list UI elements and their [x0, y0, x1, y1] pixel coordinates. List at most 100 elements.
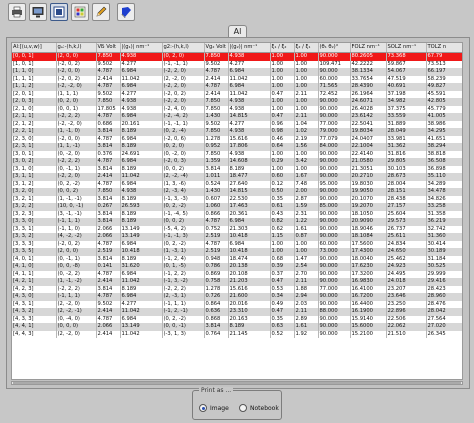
table-cell: (-2, 0, 2): [162, 90, 205, 98]
table-cell: 0.47: [270, 90, 295, 98]
table-row[interactable]: [4, 3, 3] (0, -4, 0) 4.787 6.984 (0, 2, -2) 0…: [12, 315, 462, 323]
table-cell: (0, 0, 2): [162, 218, 205, 226]
table-row[interactable]: [1, 1, 1] (-2, 0, 2) 2.414 11.042 (2, -2, 0)…: [12, 75, 462, 83]
table-row[interactable]: [4, 3, 2] (2, -2, -1) 2.414 11.042 (-1, 2, -…: [12, 308, 462, 316]
table-cell: 1.59: [294, 203, 319, 211]
table-cell: 2.31: [294, 210, 319, 218]
table-row[interactable]: [4, 2, 1] (1, -1, -2) 2.414 11.042 (-1, 3, -…: [12, 278, 462, 286]
table-row[interactable]: [2, 0, 1] (1, 1, 1) 9.502 4.277 (-2, 0, 2) 2.…: [12, 90, 462, 98]
column-header[interactable]: ξ₁ / ξ₂: [270, 43, 295, 53]
table-row[interactable]: [2, 1, 2] (-2, -2, 0) 0.686 20.161 (-1, -1, …: [12, 120, 462, 128]
table-cell: (1, 1, 1): [56, 90, 97, 98]
scrollbar-thumb[interactable]: [13, 382, 461, 384]
column-header[interactable]: Al:[(u,v,w)]: [12, 43, 57, 53]
table-row[interactable]: [2, 1, 1] (-2, 2, 2) 4.787 6.984 (-2, -4, 2)…: [12, 113, 462, 121]
column-header[interactable]: SOLZ nm⁻¹: [386, 43, 427, 53]
table-cell: 4.787: [204, 83, 229, 91]
print-image-option[interactable]: Image: [199, 404, 229, 412]
print-button[interactable]: [8, 3, 26, 21]
table-row[interactable]: [3, 2, 2] (10, 0, -1) 0.267 26.593 (0, 2, -2…: [12, 203, 462, 211]
column-header[interactable]: gₐ:-(h,k,l): [56, 43, 97, 53]
table-cell: 4.787: [96, 158, 121, 166]
table-cell: 2.066: [96, 233, 121, 241]
table-cell: 14.815: [228, 188, 271, 196]
table-row[interactable]: [3, 3, 3] (-2, 0, 2) 4.787 6.984 (0, 2, -2) 4…: [12, 240, 462, 248]
table-cell: 1.00: [294, 150, 319, 158]
table-row[interactable]: [3, 0, 1] (0, -2, 0) 0.376 24.691 (0, -2, 0)…: [12, 150, 462, 158]
table-row[interactable]: [3, 2, 3] (3, -1, -1) 3.814 8.189 (-1, -4, 5…: [12, 210, 462, 218]
table-cell: [2, 1, 1]: [12, 113, 57, 121]
screen-icon: [32, 7, 44, 18]
table-row[interactable]: [2, 1, 0] (0, 0, 1) 17.805 4.938 (-2, 4, 0) 7…: [12, 105, 462, 113]
table-cell: 1.04: [294, 120, 319, 128]
table-row[interactable]: [3, 3, 5] (2, 0, 0) 2.519 10.418 (1, -3, 1) 2…: [12, 248, 462, 256]
table-row[interactable]: [3, 2, 1] (1, -1, -1) 3.814 8.189 (-1, 3, -3…: [12, 195, 462, 203]
table-row[interactable]: [4, 4, 3] (2, -2, 0) 2.414 11.042 (-3, 1, 3)…: [12, 330, 462, 338]
table-cell: 37.375: [386, 105, 427, 113]
table-row[interactable]: [3, 3, 0] (-1, 1, 1) 3.814 8.189 (0, 0, 2) 4.…: [12, 218, 462, 226]
table-row[interactable]: [4, 0, 1] (0, -1, 1) 3.814 8.189 (-1, 2, 4) 0…: [12, 255, 462, 263]
table-cell: 20.2710: [350, 173, 387, 181]
column-header[interactable]: VБ Volt: [96, 43, 121, 53]
table-row[interactable]: [4, 3, 0] (-1, 1, 1) 4.787 6.984 (2, -3, 1) 0…: [12, 293, 462, 301]
table-row[interactable]: [3, 3, 2] (4, -2, -2) 2.066 13.149 (-1, -1, …: [12, 233, 462, 241]
data-grid[interactable]: Al:[(u,v,w)] gₐ:-(h,k,l) VБ Volt |(g₁)| nm⁻…: [11, 42, 463, 380]
horizontal-scrollbar[interactable]: [11, 381, 463, 385]
table-cell: (1, -1, 0): [56, 128, 97, 136]
table-row[interactable]: [2, 3, 0] (-2, 0, 0) 4.787 6.984 (-2, 0, 6) 1…: [12, 135, 462, 143]
table-cell: 7.850: [204, 105, 229, 113]
table-cell: 2.519: [96, 248, 121, 256]
column-header[interactable]: (θ₁ θ₂)°: [318, 43, 351, 53]
notebook-radio[interactable]: [239, 404, 247, 412]
table-cell: 9.502: [204, 60, 229, 68]
image-radio[interactable]: [199, 404, 207, 412]
table-row[interactable]: [0, 0, 1] (2, 0, 0) 7.850 4.938 (0, 2, 0) 7.8…: [12, 52, 462, 61]
table-row[interactable]: [2, 0, 3] (0, 2, 0) 7.850 4.938 (-2, 2, 0) 7.…: [12, 98, 462, 106]
table-row[interactable]: [4, 2, 3] (-2, 2, 2) 3.814 8.189 (-2, 2, 2) 1…: [12, 285, 462, 293]
table-row[interactable]: [4, 4, 1] (0, 0, 0) 2.066 13.149 (0, 0, -1) 3…: [12, 323, 462, 331]
table-row[interactable]: [2, 3, 1] (1, 1, -1) 3.814 8.189 (0, 2, 0) 0.…: [12, 143, 462, 151]
column-header[interactable]: g2:-(h,k,l): [162, 43, 205, 53]
table-row[interactable]: [1, 1, 0] (-2, 0, 0) 4.787 6.984 (-2, 2, 0) 4…: [12, 68, 462, 76]
table-cell: 11.042: [120, 330, 163, 338]
table-row[interactable]: [3, 1, 0] (0, -1, 1) 3.814 8.189 (0, 0, 2) 3.…: [12, 165, 462, 173]
table-cell: 16.4100: [350, 285, 387, 293]
table-cell: (0, 0, 2): [56, 188, 97, 196]
book-button[interactable]: [117, 3, 135, 21]
table-cell: (-2, -4, 2): [162, 113, 205, 121]
screen-button[interactable]: [29, 3, 47, 21]
table-row[interactable]: [1, 1, 2] (-2, -2, 0) 4.787 6.984 (-2, 2, 0)…: [12, 83, 462, 91]
table-cell: 21.0580: [350, 158, 387, 166]
table-row[interactable]: [3, 0, 2] (-2, 2, 2) 4.787 6.984 (-2, 0, 3) 1…: [12, 158, 462, 166]
print-notebook-option[interactable]: Notebook: [239, 404, 279, 412]
table-cell: (0, 1, -5): [162, 263, 205, 271]
column-header[interactable]: TOLZ n: [426, 43, 462, 53]
table-cell: 79.000: [318, 128, 351, 136]
column-header[interactable]: Vg₂ Volt: [204, 43, 229, 53]
table-row[interactable]: [3, 2, 0] (0, 0, 2) 7.850 4.938 (2, -3, 4) 1.…: [12, 188, 462, 196]
column-header[interactable]: FOLZ nm⁻¹: [350, 43, 387, 53]
table-row[interactable]: [3, 1, 2] (0, 2, -2) 4.787 6.984 (1, 3, -6) 0…: [12, 180, 462, 188]
table-row[interactable]: [3, 3, 1] (-1, 1, 0) 2.066 13.149 (-5, 4, 2)…: [12, 225, 462, 233]
table-row[interactable]: [4, 1, 1] (0, -2, 2) 4.787 6.984 (-1, 2, 2) 0…: [12, 270, 462, 278]
table-cell: 2.54: [294, 263, 319, 271]
table-cell: 7.850: [96, 52, 121, 61]
table-row[interactable]: [4, 1, 0] (0, 0, -8) 0.141 31.620 (0, 1, -5)…: [12, 263, 462, 271]
table-cell: 11.042: [228, 90, 271, 98]
table-cell: 26.4028: [350, 105, 387, 113]
table-row[interactable]: [3, 1, 1] (-2, 2, 0) 2.414 11.042 (2, -2, -4…: [12, 173, 462, 181]
table-cell: 15.616: [228, 285, 271, 293]
palette-button[interactable]: [71, 3, 89, 21]
table-cell: 0.764: [204, 330, 229, 338]
table-cell: 10.418: [228, 233, 271, 241]
column-header[interactable]: ξ₂ / ξ₁: [294, 43, 319, 53]
table-cell: 6.984: [120, 293, 163, 301]
column-header[interactable]: |(g₁)| nm⁻¹: [120, 43, 163, 53]
pencil-button[interactable]: [92, 3, 110, 21]
table-row[interactable]: [2, 2, 1] (1, -1, 0) 3.814 8.189 (0, 2, -4) 7…: [12, 128, 462, 136]
column-header[interactable]: |(g₂)| nm⁻¹: [228, 43, 271, 53]
view-button[interactable]: [50, 3, 68, 21]
table-cell: 23.6142: [350, 113, 387, 121]
table-row[interactable]: [1, 0, 1] (-2, 0, 2) 9.502 4.277 (-1, -1, 1)…: [12, 60, 462, 68]
table-row[interactable]: [4, 3, 1] (2, -2, 0) 9.502 4.277 (-1, 1, 1) 0…: [12, 300, 462, 308]
